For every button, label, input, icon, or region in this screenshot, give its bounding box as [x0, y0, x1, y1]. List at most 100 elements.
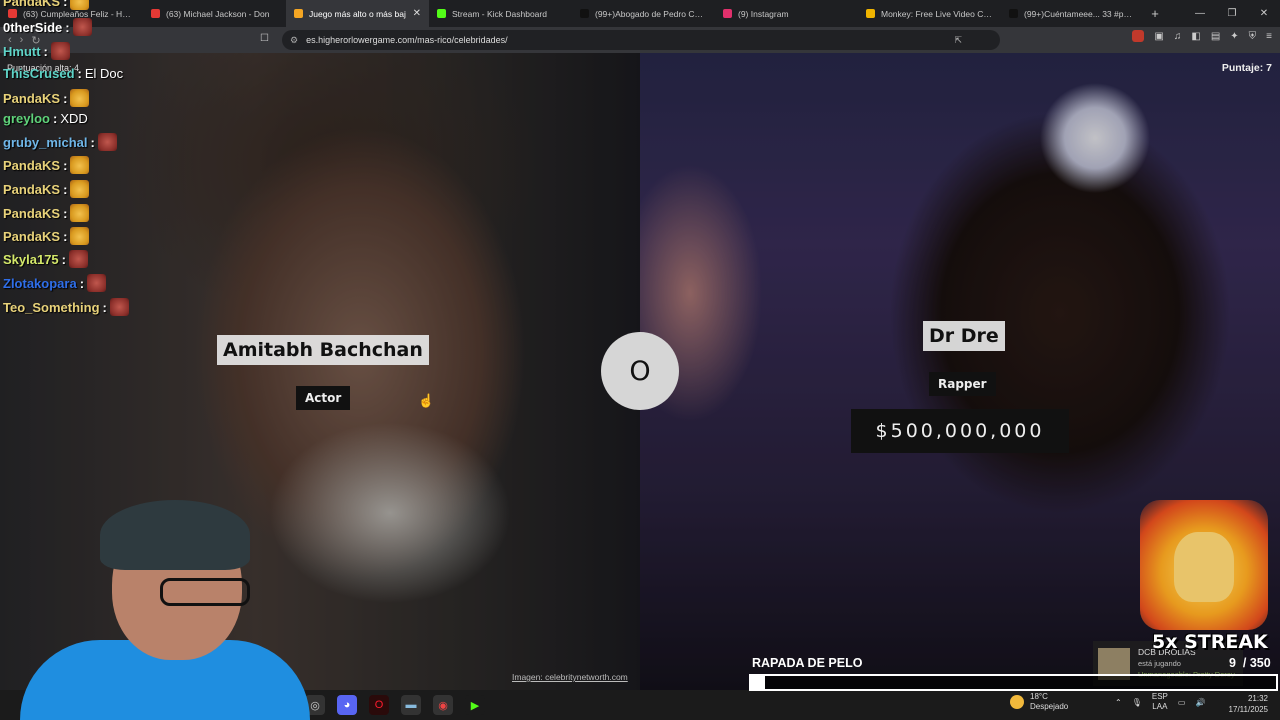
weather-widget[interactable]: 18°C Despejado [1010, 692, 1068, 712]
dog-emote-icon [70, 89, 90, 107]
tab-1[interactable]: (63) Michael Jackson - Don [143, 0, 286, 27]
chat-message: Zlotakopara: [3, 274, 107, 292]
ext-icon[interactable] [1132, 30, 1145, 42]
wallet-icon[interactable]: ▤ [1211, 31, 1220, 42]
chat-username[interactable]: gruby_michal [3, 135, 88, 150]
chat-username[interactable]: PandaKS [3, 0, 60, 9]
pepe-emote-icon [87, 274, 107, 292]
chat-message: Skyla175: [3, 250, 89, 268]
chat-username[interactable]: greyloo [3, 111, 50, 126]
tab-title: (63) Cumpleaños Feliz - Happy [23, 8, 135, 19]
chat-message: PandaKS: [3, 89, 90, 107]
tab-2[interactable]: Juego más alto o más baj ✕ [286, 0, 429, 27]
music-icon[interactable]: ♫ [1174, 31, 1182, 42]
chat-colon: : [63, 90, 68, 106]
screen: (63) Cumpleaños Feliz - Happy (63) Michae… [0, 0, 1280, 720]
maximize-icon[interactable]: ❐ [1216, 8, 1248, 19]
mic-icon[interactable]: 🎙 [1132, 698, 1142, 707]
screenshot-icon[interactable]: ▣ [1154, 31, 1163, 42]
clock[interactable]: 21:32 17/11/2025 [1229, 693, 1268, 715]
site-info-icon[interactable]: ⚙ [290, 35, 298, 46]
streak-label: 5x STREAK [1152, 631, 1268, 653]
dog-emote-icon [70, 180, 90, 198]
clock-date: 17/11/2025 [1228, 705, 1268, 714]
bookmark-icon[interactable]: ☐ [260, 33, 269, 44]
sidebar-icon[interactable]: ◧ [1191, 31, 1200, 42]
chat-username[interactable]: PandaKS [3, 206, 60, 221]
chat-username[interactable]: Teo_Something [3, 300, 100, 315]
url-text: es.higherorlowergame.com/mas-rico/celebr… [306, 35, 508, 45]
tab-title: (99+)Abogado de Pedro Castil [595, 8, 707, 19]
tab-3[interactable]: Stream - Kick Dashboard [429, 0, 572, 27]
minimize-icon[interactable]: — [1184, 8, 1216, 19]
chat-colon: : [63, 228, 68, 244]
goal-current: 9 [1229, 656, 1236, 670]
chat-colon: : [90, 134, 95, 150]
left-name: Amitabh Bachchan [217, 335, 429, 365]
clock-time: 21:32 [1247, 694, 1268, 703]
ai-icon[interactable]: ✦ [1230, 31, 1238, 42]
chat-username[interactable]: PandaKS [3, 158, 60, 173]
right-net-worth: $500,000,000 [851, 409, 1069, 453]
pepe-emote-icon [69, 250, 89, 268]
tab-favicon-icon [8, 9, 17, 18]
lang-bottom: LAA [1152, 702, 1168, 711]
image-credit-link[interactable]: Imagen: celebritynetworth.com [512, 672, 628, 682]
terminal-icon[interactable]: ▬ [401, 695, 421, 715]
volume-icon[interactable]: 🔊 [1195, 698, 1205, 707]
system-tray: ⌃ 🎙 ESP LAA ▭ 🔊 [1115, 692, 1205, 712]
new-tab-button[interactable]: + [1144, 6, 1166, 21]
chat-colon: : [77, 66, 82, 81]
dog-emote-icon [70, 0, 90, 10]
chat-colon: : [63, 181, 68, 197]
share-icon[interactable]: ⇱ [954, 35, 962, 46]
right-name: Dr Dre [923, 321, 1005, 351]
chat-username[interactable]: Hmutt [3, 44, 41, 59]
goal-label: RAPADA DE PELO [752, 656, 863, 670]
discord-icon[interactable]: ◕ [337, 695, 357, 715]
close-window-icon[interactable]: ✕ [1248, 8, 1280, 19]
webcam-feed [20, 500, 310, 720]
tab-6[interactable]: Monkey: Free Live Video Chat [858, 0, 1001, 27]
dog-emote-icon [70, 156, 90, 174]
chat-username[interactable]: PandaKS [3, 229, 60, 244]
left-role: Actor [296, 386, 351, 410]
tab-5[interactable]: (9) Instagram [715, 0, 858, 27]
toolbar-icons: ▣ ♫ ◧ ▤ ✦ ⛨ ≡ [1132, 30, 1272, 42]
url-field[interactable]: ⚙ es.higherorlowergame.com/mas-rico/cele… [282, 30, 1000, 50]
chat-colon: : [61, 251, 67, 267]
network-icon[interactable]: ▭ [1178, 698, 1186, 707]
chat-message: PandaKS: [3, 180, 90, 198]
tab-favicon-icon [723, 9, 732, 18]
chat-message: PandaKS: [3, 204, 90, 222]
tab-close-icon[interactable]: ✕ [413, 8, 421, 19]
chat-username[interactable]: PandaKS [3, 91, 60, 106]
webcam-hair [100, 500, 250, 570]
score-label: Puntaje: 7 [1221, 62, 1272, 74]
chat-username[interactable]: 0therSide [3, 20, 62, 35]
activity-status: está jugando [1138, 659, 1181, 668]
chat-message: gruby_michal: [3, 133, 117, 151]
app-icon[interactable]: ◉ [433, 695, 453, 715]
tab-favicon-icon [151, 9, 160, 18]
opera-icon[interactable]: O [369, 695, 389, 715]
tab-7[interactable]: (99+)Cuéntameee... 33 #parat [1001, 0, 1144, 27]
kick-icon[interactable]: ▶ [465, 695, 485, 715]
chat-message: ThisCrused: El Doc [3, 66, 123, 81]
pepe-emote-icon [97, 133, 117, 151]
tab-title: (63) Michael Jackson - Don [166, 8, 270, 19]
chat-username[interactable]: PandaKS [3, 182, 60, 197]
tab-title: Monkey: Free Live Video Chat [881, 8, 993, 19]
chat-username[interactable]: ThisCrused [3, 66, 75, 81]
chat-username[interactable]: Skyla175 [3, 252, 59, 267]
tab-4[interactable]: (99+)Abogado de Pedro Castil [572, 0, 715, 27]
chat-message: greyloo: XDD [3, 111, 88, 126]
tray-chevron-icon[interactable]: ⌃ [1115, 698, 1122, 707]
hand-cursor-icon: ☝ [418, 393, 435, 408]
menu-icon[interactable]: ≡ [1266, 31, 1272, 42]
goal-progress-bar [749, 674, 1278, 691]
chat-username[interactable]: Zlotakopara [3, 276, 77, 291]
language-indicator[interactable]: ESP LAA [1152, 692, 1168, 712]
vs-circle: O [601, 332, 679, 410]
shield-icon[interactable]: ⛨ [1249, 31, 1257, 42]
